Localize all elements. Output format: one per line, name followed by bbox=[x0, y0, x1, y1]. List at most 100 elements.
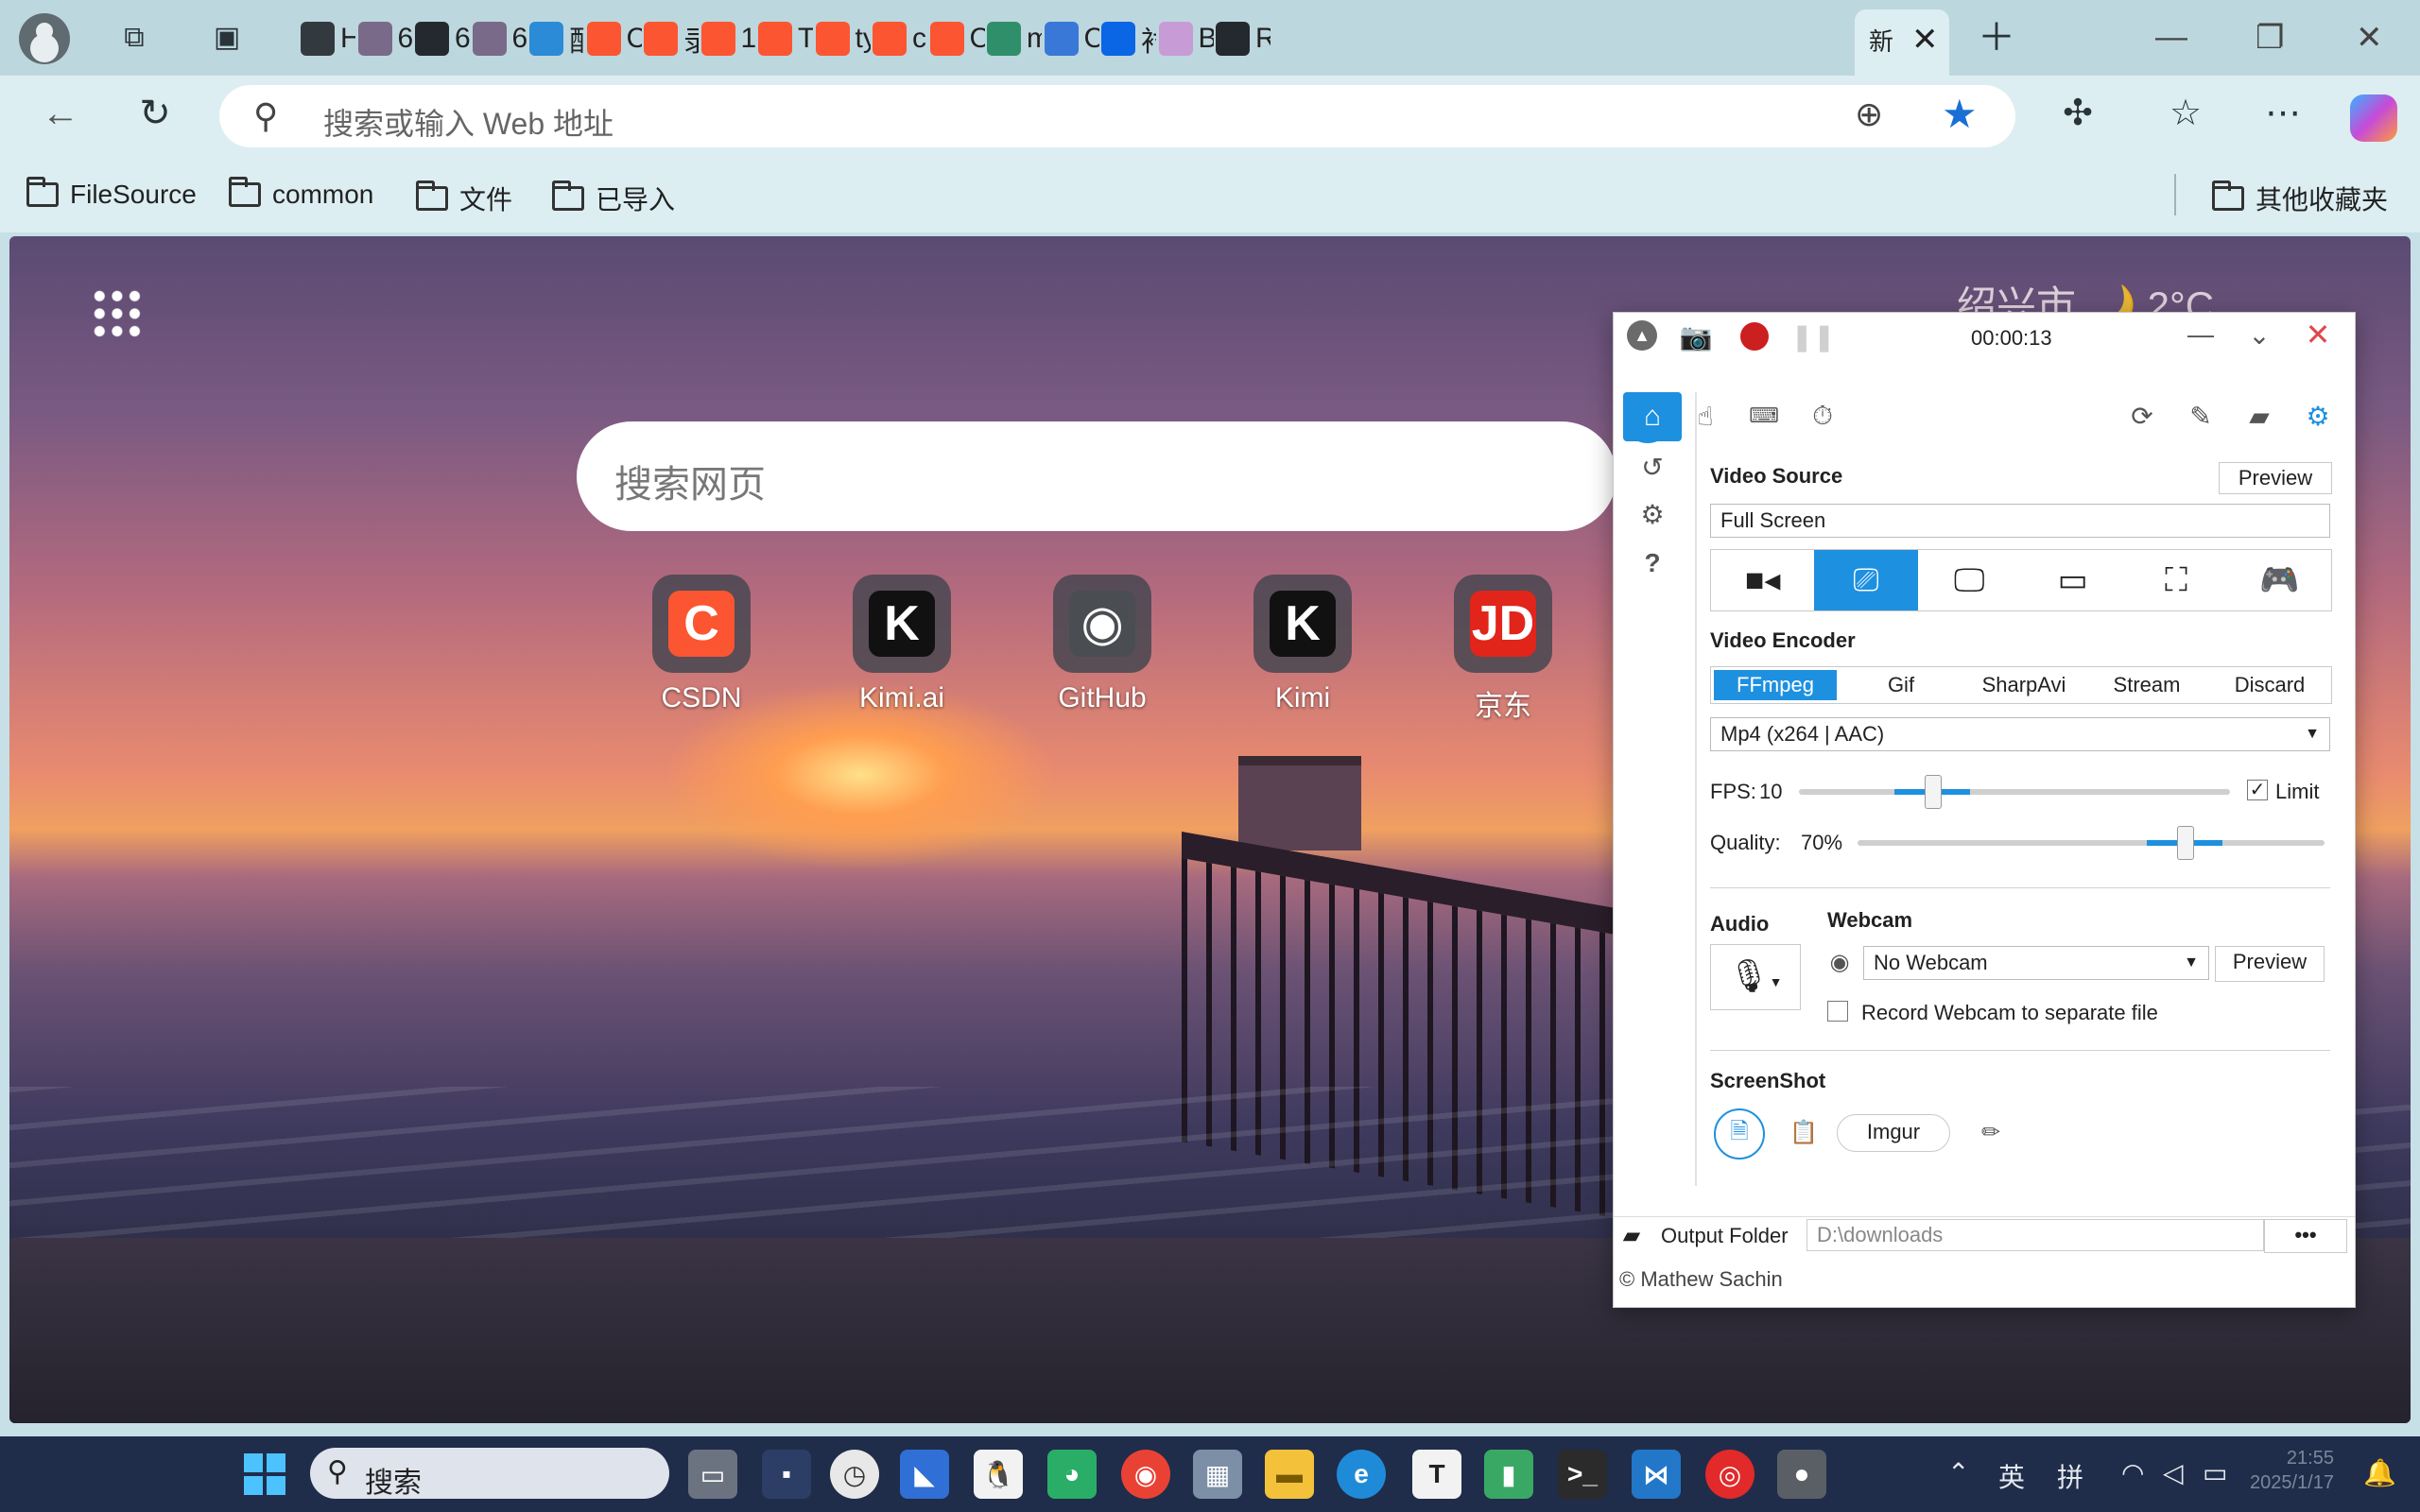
format-select[interactable]: Mp4 (x264 | AAC) ▼ bbox=[1710, 717, 2330, 751]
new-tab-icon[interactable]: ＋ bbox=[1978, 19, 2015, 57]
windows-start-icon[interactable] bbox=[244, 1453, 285, 1495]
webcam-separate-checkbox[interactable] bbox=[1827, 1001, 1848, 1022]
encoder-sharpavi[interactable]: SharpAvi bbox=[1962, 667, 2085, 703]
camera-icon[interactable]: ■◂ bbox=[1711, 550, 1814, 610]
app-icon[interactable]: ◣ bbox=[900, 1450, 949, 1499]
tab-close-icon[interactable]: ✕ bbox=[1911, 21, 1939, 59]
panel-minimize-icon[interactable]: — bbox=[2185, 318, 2217, 351]
system-clock[interactable]: 21:55 2025/1/17 bbox=[2250, 1446, 2334, 1495]
browser-tab[interactable]: 1. bbox=[700, 17, 756, 60]
browser-tab[interactable]: 配 bbox=[529, 17, 584, 60]
clock-app-icon[interactable]: ◷ bbox=[830, 1450, 879, 1499]
record-button[interactable] bbox=[1738, 320, 1771, 352]
browser-tab[interactable]: B bbox=[1158, 17, 1214, 60]
netease-music-icon[interactable]: ◎ bbox=[1705, 1450, 1754, 1499]
favorite-star-icon[interactable]: ★ bbox=[1942, 91, 1978, 137]
browser-tab[interactable]: Ty bbox=[758, 17, 813, 60]
gamepad-icon[interactable]: 🎮 bbox=[2228, 550, 2331, 610]
favorites-icon[interactable]: ☆ bbox=[2169, 95, 2203, 131]
fps-slider[interactable] bbox=[1799, 775, 2230, 809]
extensions-icon[interactable]: ✣ bbox=[2061, 95, 2095, 131]
sidebar-settings-icon[interactable]: ⚙ bbox=[1636, 498, 1668, 530]
notes-icon[interactable]: ▮ bbox=[1484, 1450, 1533, 1499]
shortcut-tile[interactable]: K Kimi.ai bbox=[826, 575, 977, 714]
imgur-button[interactable]: Imgur bbox=[1837, 1114, 1950, 1152]
output-folder-more-button[interactable]: ••• bbox=[2264, 1219, 2347, 1253]
window-icon[interactable]: ▭ bbox=[2021, 550, 2124, 610]
browser-tab[interactable]: 衬 bbox=[1101, 17, 1156, 60]
quality-slider-thumb[interactable] bbox=[2176, 826, 2194, 860]
fps-limit-checkbox[interactable]: ✓ bbox=[2247, 780, 2268, 800]
back-icon[interactable]: ← bbox=[42, 94, 79, 132]
help-icon[interactable]: ? bbox=[1636, 547, 1668, 579]
battery-icon[interactable]: ▭ bbox=[2203, 1457, 2227, 1488]
folder-icon[interactable]: ▰ bbox=[2243, 400, 2275, 432]
browser-tab[interactable]: 6( bbox=[472, 17, 527, 60]
minimize-icon[interactable]: — bbox=[2155, 19, 2187, 56]
tray-chevron-icon[interactable]: ⌃ bbox=[1947, 1457, 1969, 1488]
edge-icon[interactable]: e bbox=[1337, 1450, 1386, 1499]
browser-tab[interactable]: m bbox=[987, 17, 1042, 60]
browser-tab[interactable]: C bbox=[586, 17, 642, 60]
more-icon[interactable]: ⋯ bbox=[2265, 95, 2301, 131]
screentogif-icon[interactable]: ● bbox=[1777, 1450, 1826, 1499]
settings-gear-icon[interactable]: ⚙ bbox=[2302, 400, 2334, 432]
camera-snapshot-icon[interactable]: 📷 bbox=[1680, 320, 1713, 352]
browser-tab[interactable]: 6( bbox=[415, 17, 470, 60]
taskbar-search[interactable]: ⚲ 搜索 bbox=[310, 1448, 669, 1499]
ime-mode-2[interactable]: 拼 bbox=[2057, 1457, 2083, 1495]
image-viewer-icon[interactable]: ▦ bbox=[1193, 1450, 1242, 1499]
bookmark-imported[interactable]: 已导入 bbox=[552, 180, 675, 217]
keyboard-icon[interactable]: ⌨ bbox=[1748, 400, 1780, 432]
encoder-gif[interactable]: Gif bbox=[1840, 667, 1962, 703]
bookmark-filesource[interactable]: FileSource bbox=[26, 177, 197, 210]
webcam-preview-button[interactable]: Preview bbox=[2215, 946, 2325, 982]
vscode-icon[interactable]: ⋈ bbox=[1632, 1450, 1681, 1499]
ime-mode-1[interactable]: 英 bbox=[1998, 1457, 2025, 1495]
notification-bell-icon[interactable]: 🔔 bbox=[2363, 1457, 2396, 1488]
collapse-icon[interactable]: ▲ bbox=[1627, 320, 1657, 351]
window-close-icon[interactable]: ✕ bbox=[2356, 19, 2383, 57]
tab-active[interactable]: 新 ✕ bbox=[1855, 9, 1949, 76]
typora-icon[interactable]: T bbox=[1412, 1450, 1461, 1499]
task-view-icon[interactable]: ▭ bbox=[688, 1450, 737, 1499]
edit-pencil-icon[interactable]: ✏ bbox=[1975, 1116, 2007, 1148]
browser-tab[interactable]: R bbox=[1216, 17, 1270, 60]
restore-icon[interactable]: ❐ bbox=[2256, 19, 2284, 57]
browser-tab[interactable]: 录 bbox=[644, 17, 699, 60]
vertical-tabs-icon[interactable]: ▣ bbox=[210, 21, 244, 55]
panel-close-icon[interactable]: ✕ bbox=[2302, 318, 2334, 352]
output-folder-field[interactable]: D:\downloads bbox=[1806, 1219, 2264, 1251]
pause-icon[interactable]: ❚❚ bbox=[1791, 320, 1836, 352]
refresh-icon[interactable]: ⟳ bbox=[2126, 400, 2158, 432]
clipboard-icon[interactable]: 📋 bbox=[1788, 1116, 1820, 1148]
panel-expand-icon[interactable]: ⌄ bbox=[2243, 318, 2275, 351]
file-explorer-icon[interactable]: ▬ bbox=[1265, 1450, 1314, 1499]
bookmark-common[interactable]: common bbox=[229, 177, 373, 210]
quality-slider[interactable] bbox=[1858, 826, 2325, 860]
screen-region-icon[interactable]: ⎚ bbox=[1814, 550, 1918, 610]
widgets-icon[interactable]: ▪ bbox=[762, 1450, 811, 1499]
wifi-icon[interactable]: ◠ bbox=[2121, 1457, 2144, 1488]
profile-avatar[interactable] bbox=[19, 13, 70, 64]
browser-tab[interactable]: C bbox=[929, 17, 985, 60]
microphone-button[interactable]: 🎙▼ bbox=[1710, 944, 1801, 1010]
webcam-select[interactable]: No Webcam ▼ bbox=[1863, 946, 2209, 980]
browser-tab[interactable]: C bbox=[1044, 17, 1099, 60]
video-source-preview-button[interactable]: Preview bbox=[2219, 462, 2332, 494]
workspaces-icon[interactable]: ⧉ bbox=[117, 21, 151, 55]
browser-tab[interactable]: cs bbox=[873, 17, 927, 60]
brush-icon[interactable]: ✎ bbox=[2185, 400, 2217, 432]
browser-tab[interactable]: H bbox=[301, 17, 355, 60]
encoder-ffmpeg[interactable]: FFmpeg bbox=[1714, 670, 1837, 700]
bookmark-files[interactable]: 文件 bbox=[416, 180, 512, 217]
save-file-icon[interactable]: 🗎 bbox=[1714, 1108, 1765, 1160]
shortcut-tile[interactable]: K Kimi bbox=[1227, 575, 1378, 714]
shortcut-tile[interactable]: JD 京东 bbox=[1427, 575, 1579, 724]
home-icon[interactable]: ⌂ bbox=[1623, 392, 1682, 441]
terminal-icon[interactable]: >_ bbox=[1558, 1450, 1607, 1499]
volume-icon[interactable]: ◁ bbox=[2163, 1457, 2184, 1488]
encoder-stream[interactable]: Stream bbox=[2085, 667, 2208, 703]
browser-tab[interactable]: 6( bbox=[357, 17, 413, 60]
wechat-icon[interactable]: ◕ bbox=[1047, 1450, 1097, 1499]
